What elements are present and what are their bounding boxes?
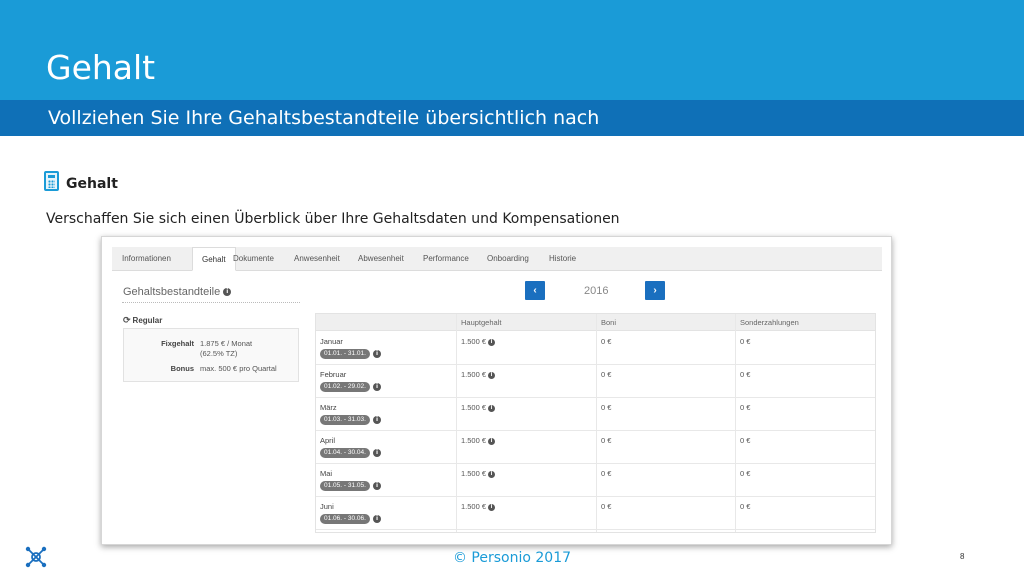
page-number: 8 xyxy=(960,552,965,561)
tab-historie[interactable]: Historie xyxy=(549,247,576,271)
hauptgehalt-cell: 1.500 € i xyxy=(461,469,496,478)
salary-table: Hauptgehalt Boni Sonderzahlungen Januar … xyxy=(315,313,876,533)
month-name: März xyxy=(320,403,337,412)
hauptgehalt-cell: 1.500 € i xyxy=(461,403,496,412)
tab-performance[interactable]: Performance xyxy=(423,247,469,271)
footer-copyright: © Personio 2017 xyxy=(452,550,572,566)
table-row: März 01.03. - 31.03. i 1.500 € i 0 € 0 € xyxy=(316,398,875,431)
date-range-badge: 01.06. - 30.06. xyxy=(320,514,370,524)
tab-dokumente[interactable]: Dokumente xyxy=(233,247,274,271)
column-header-hauptgehalt: Hauptgehalt xyxy=(461,318,502,327)
info-icon[interactable]: i xyxy=(373,383,381,391)
date-range-badge: 01.05. - 31.05. xyxy=(320,481,370,491)
sonder-cell: 0 € xyxy=(740,370,751,379)
info-icon[interactable]: i xyxy=(488,404,496,412)
slide: Gehalt Vollziehen Sie Ihre Gehaltsbestan… xyxy=(0,0,1024,576)
date-range-badge: 01.02. - 29.02. xyxy=(320,382,370,392)
table-row: Mai 01.05. - 31.05. i 1.500 € i 0 € 0 € xyxy=(316,464,875,497)
slide-title: Gehalt xyxy=(46,48,156,87)
info-icon[interactable]: i xyxy=(373,449,381,457)
tab-abwesenheit[interactable]: Abwesenheit xyxy=(358,247,404,271)
table-row: Februar 01.02. - 29.02. i 1.500 € i 0 € 0… xyxy=(316,365,875,398)
date-range-badge: 01.03. - 31.03. xyxy=(320,415,370,425)
month-name: April xyxy=(320,436,336,445)
slide-subtitle: Vollziehen Sie Ihre Gehaltsbestandteile … xyxy=(48,107,600,129)
date-range-badge: 01.01. - 31.01. xyxy=(320,349,370,359)
tab-bar: Informationen Gehalt Dokumente Anwesenhe… xyxy=(112,247,882,271)
tab-informationen[interactable]: Informationen xyxy=(122,247,171,271)
hauptgehalt-cell: 1.500 € i xyxy=(461,436,496,445)
sonder-cell: 0 € xyxy=(740,502,751,511)
hauptgehalt-cell: 1.500 € i xyxy=(461,370,496,379)
regular-label: ⟳ Regular xyxy=(123,315,163,325)
boni-cell: 0 € xyxy=(601,469,612,478)
tab-onboarding[interactable]: Onboarding xyxy=(487,247,529,271)
table-row: April 01.04. - 30.04. i 1.500 € i 0 € 0 € xyxy=(316,431,875,464)
info-icon[interactable]: i xyxy=(488,437,496,445)
info-icon[interactable]: i xyxy=(488,470,496,478)
info-icon[interactable]: i xyxy=(373,416,381,424)
info-icon[interactable]: i xyxy=(488,371,496,379)
salary-info-box: Fixgehalt 1.875 € / Monat (62.5% TZ) Bon… xyxy=(123,328,299,382)
boni-cell: 0 € xyxy=(601,337,612,346)
table-row: Juni 01.06. - 30.06. i 1.500 € i 0 € 0 € xyxy=(316,497,875,530)
hauptgehalt-cell: 1.500 € i xyxy=(461,502,496,511)
tab-anwesenheit[interactable]: Anwesenheit xyxy=(294,247,340,271)
month-name: Januar xyxy=(320,337,343,346)
boni-cell: 0 € xyxy=(601,403,612,412)
hauptgehalt-cell: 1.500 € i xyxy=(461,337,496,346)
info-icon[interactable]: i xyxy=(488,338,496,346)
info-icon[interactable]: i xyxy=(223,288,232,297)
sonder-cell: 0 € xyxy=(740,436,751,445)
prev-year-button[interactable]: ‹ xyxy=(525,281,545,300)
bonus-value: max. 500 € pro Quartal xyxy=(200,364,277,373)
boni-cell: 0 € xyxy=(601,502,612,511)
app-screenshot: Informationen Gehalt Dokumente Anwesenhe… xyxy=(101,236,892,545)
boni-cell: 0 € xyxy=(601,370,612,379)
sonder-cell: 0 € xyxy=(740,469,751,478)
info-icon[interactable]: i xyxy=(373,515,381,523)
month-name: Mai xyxy=(320,469,333,478)
fixgehalt-label: Fixgehalt xyxy=(161,339,194,348)
info-icon[interactable]: i xyxy=(373,350,381,358)
column-header-boni: Boni xyxy=(601,318,617,327)
month-name: Februar xyxy=(320,370,347,379)
bonus-label: Bonus xyxy=(170,364,194,373)
calculator-icon xyxy=(44,171,59,191)
section-heading: Gehalt xyxy=(66,176,118,192)
info-icon[interactable]: i xyxy=(488,503,496,511)
fixgehalt-note: (62.5% TZ) xyxy=(200,349,238,358)
table-row: Januar 01.01. - 31.01. i 1.500 € i 0 € 0 … xyxy=(316,332,875,365)
refresh-icon: ⟳ xyxy=(123,315,131,325)
year-label: 2016 xyxy=(584,285,609,297)
panel-title: Gehaltsbestandteile i xyxy=(123,286,232,298)
tab-gehalt[interactable]: Gehalt xyxy=(192,247,236,271)
fixgehalt-value: 1.875 € / Monat xyxy=(200,339,253,348)
section-description: Verschaffen Sie sich einen Überblick übe… xyxy=(46,211,620,227)
next-year-button[interactable]: › xyxy=(645,281,665,300)
divider xyxy=(122,302,300,303)
sonder-cell: 0 € xyxy=(740,337,751,346)
date-range-badge: 01.04. - 30.04. xyxy=(320,448,370,458)
boni-cell: 0 € xyxy=(601,436,612,445)
info-icon[interactable]: i xyxy=(373,482,381,490)
sonder-cell: 0 € xyxy=(740,403,751,412)
column-header-sonderzahlungen: Sonderzahlungen xyxy=(740,318,799,327)
month-name: Juni xyxy=(320,502,334,511)
